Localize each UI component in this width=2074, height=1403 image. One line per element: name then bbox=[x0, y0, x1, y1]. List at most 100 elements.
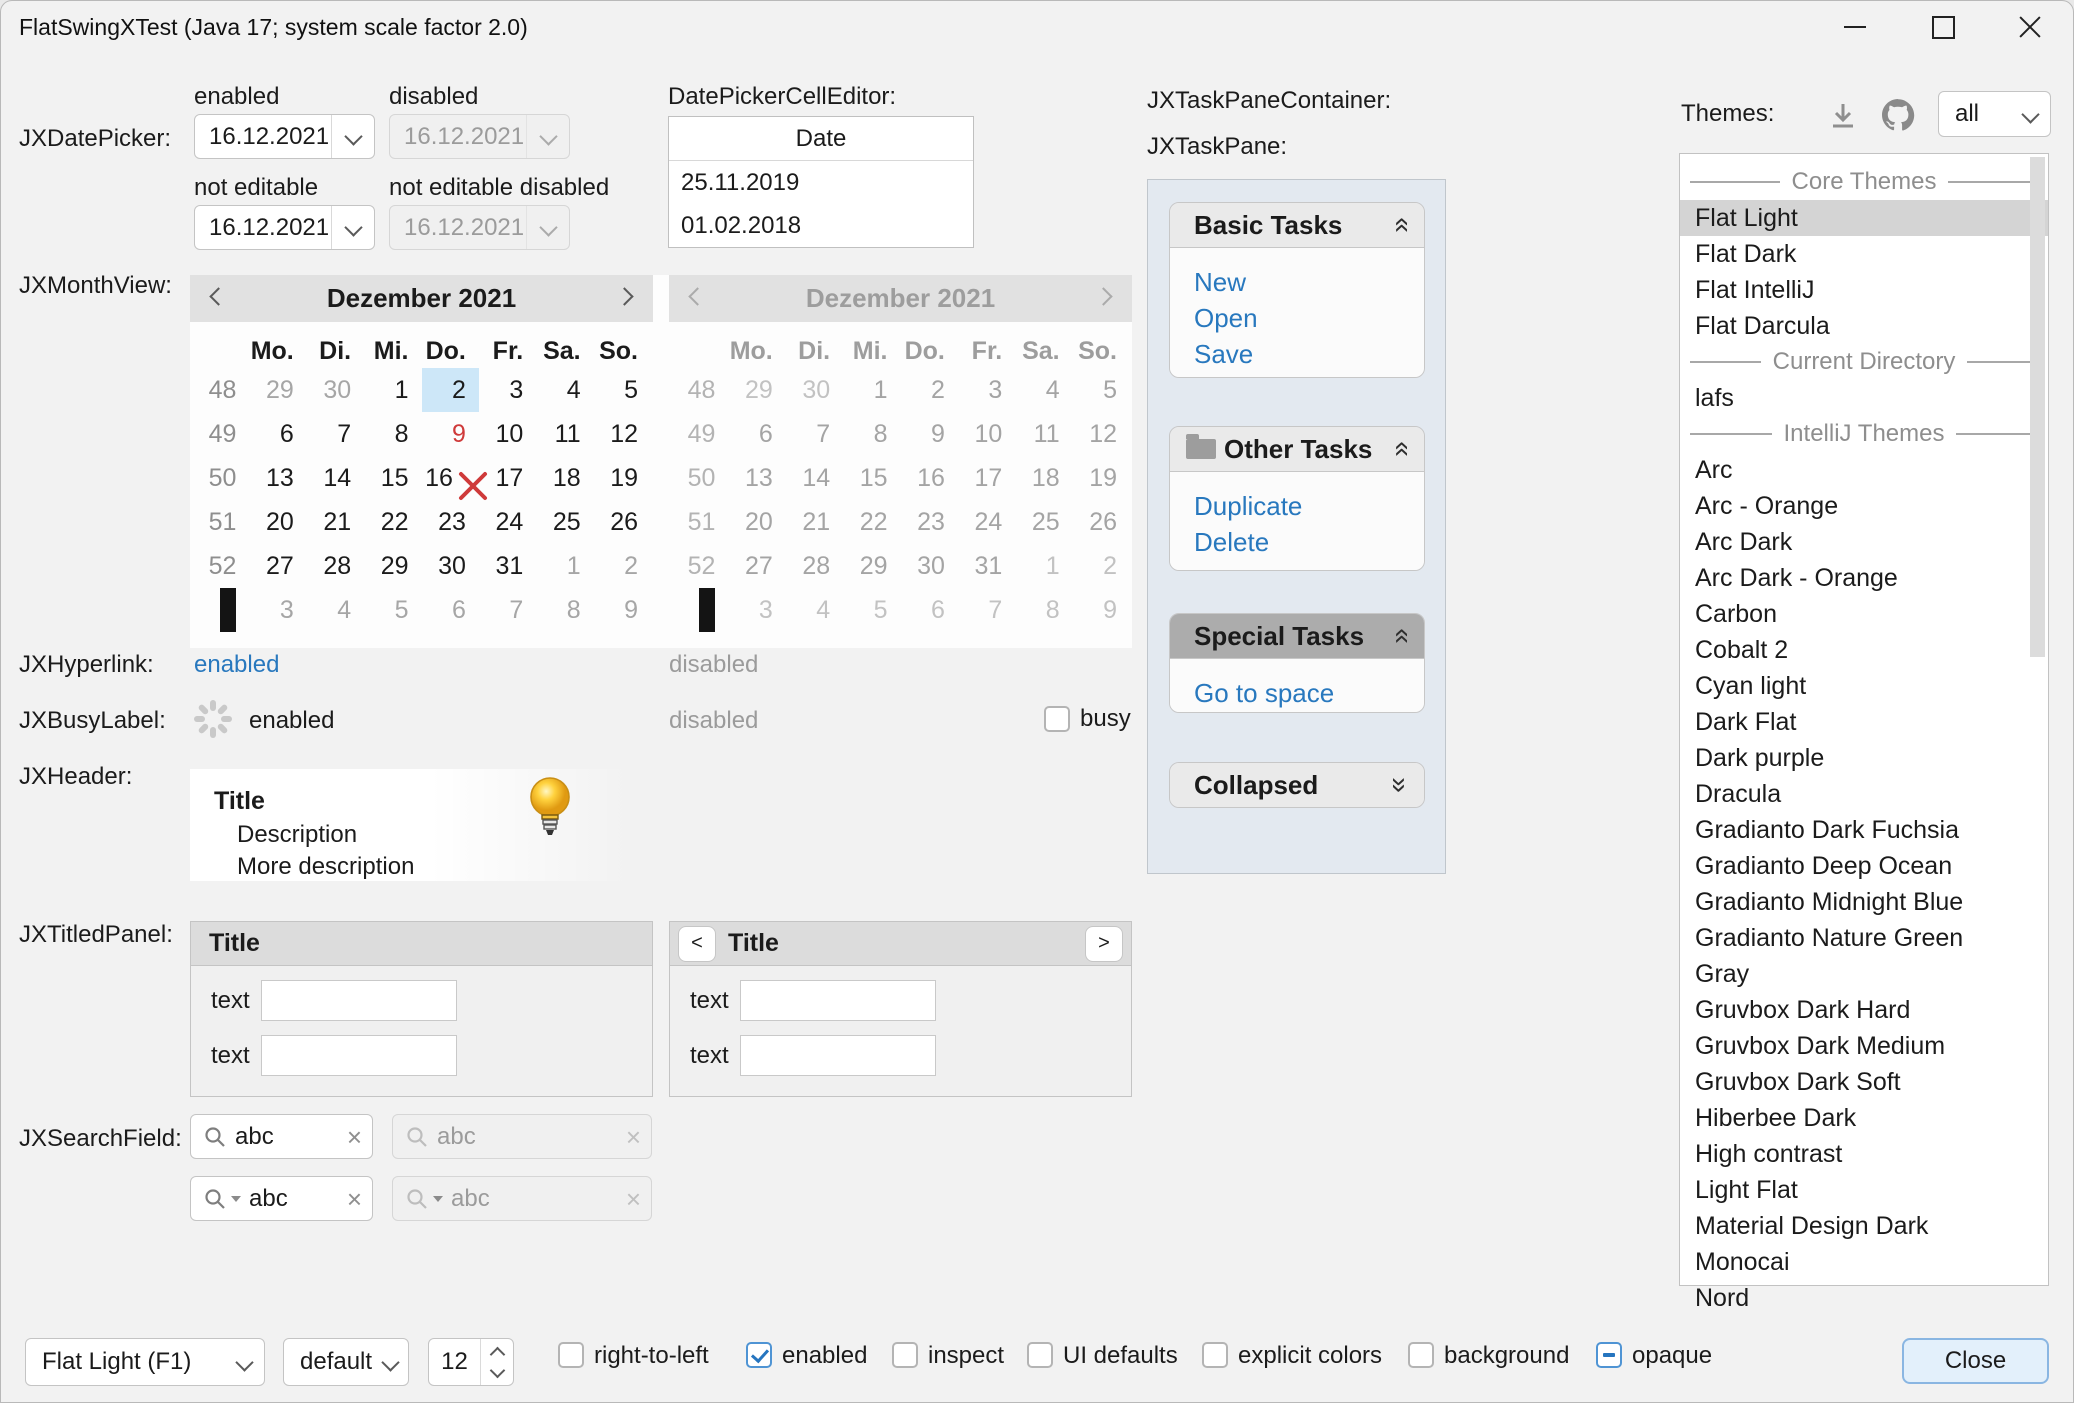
clear-search-icon[interactable]: × bbox=[347, 1186, 362, 1212]
theme-item[interactable]: Gruvbox Dark Soft bbox=[1680, 1064, 2048, 1100]
spinner-buttons[interactable] bbox=[480, 1339, 513, 1385]
theme-item[interactable]: Gray bbox=[1680, 956, 2048, 992]
day-cell[interactable]: 21 bbox=[307, 500, 364, 544]
search-icon[interactable] bbox=[405, 1187, 429, 1211]
task-link[interactable]: Save bbox=[1194, 336, 1424, 372]
checkbox-inspect[interactable] bbox=[892, 1342, 918, 1368]
day-cell[interactable]: 7 bbox=[479, 588, 536, 632]
text-input[interactable] bbox=[740, 1035, 936, 1076]
busy-checkbox[interactable] bbox=[1044, 706, 1070, 732]
theme-item[interactable]: High contrast bbox=[1680, 1136, 2048, 1172]
day-cell[interactable]: 16 bbox=[422, 456, 479, 500]
themes-list[interactable]: Core ThemesFlat LightFlat DarkFlat Intel… bbox=[1679, 153, 2049, 1286]
day-cell[interactable]: 2 bbox=[594, 544, 651, 588]
theme-item[interactable]: Gradianto Nature Green bbox=[1680, 920, 2048, 956]
day-cell[interactable]: 11 bbox=[536, 412, 593, 456]
clear-search-icon[interactable]: × bbox=[347, 1124, 362, 1150]
theme-item[interactable]: Dracula bbox=[1680, 776, 2048, 812]
taskpane-header[interactable]: Collapsed» bbox=[1170, 763, 1424, 807]
theme-filter-combobox[interactable]: all bbox=[1938, 91, 2051, 137]
theme-item[interactable]: Gradianto Deep Ocean bbox=[1680, 848, 2048, 884]
day-cell[interactable]: 5 bbox=[364, 588, 421, 632]
text-input[interactable] bbox=[740, 980, 936, 1021]
theme-item[interactable]: Material Design Dark bbox=[1680, 1208, 2048, 1244]
theme-item[interactable]: Gruvbox Dark Medium bbox=[1680, 1028, 2048, 1064]
task-link[interactable]: Go to space bbox=[1194, 675, 1424, 711]
day-cell[interactable]: 31 bbox=[479, 544, 536, 588]
taskpane-header[interactable]: Other Tasks» bbox=[1170, 427, 1424, 471]
theme-item[interactable]: Arc Dark bbox=[1680, 524, 2048, 560]
close-button[interactable]: Close bbox=[1902, 1338, 2049, 1384]
date-picker-dropdown-button[interactable] bbox=[331, 115, 374, 158]
checkbox-enabled[interactable] bbox=[746, 1342, 772, 1368]
checkbox-background[interactable] bbox=[1408, 1342, 1434, 1368]
day-cell[interactable]: 25 bbox=[536, 500, 593, 544]
day-cell[interactable]: 10 bbox=[479, 412, 536, 456]
checkbox-ui-defaults[interactable] bbox=[1027, 1342, 1053, 1368]
expand-icon[interactable]: » bbox=[1386, 777, 1414, 793]
theme-item[interactable]: Dark purple bbox=[1680, 740, 2048, 776]
day-cell[interactable]: 3 bbox=[249, 588, 306, 632]
font-size-spinner[interactable]: 12 bbox=[428, 1338, 514, 1386]
collapse-icon[interactable]: » bbox=[1386, 441, 1414, 457]
theme-item[interactable]: Flat Light bbox=[1680, 200, 2048, 236]
minimize-button[interactable] bbox=[1823, 1, 1887, 53]
day-cell[interactable]: 5 bbox=[594, 368, 651, 412]
maximize-button[interactable] bbox=[1911, 1, 1975, 53]
theme-item[interactable]: Light Flat bbox=[1680, 1172, 2048, 1208]
theme-item[interactable]: Cobalt 2 bbox=[1680, 632, 2048, 668]
date-picker-not-editable[interactable]: 16.12.2021 bbox=[194, 205, 375, 250]
theme-item[interactable]: lafs bbox=[1680, 380, 2048, 416]
day-cell[interactable]: 19 bbox=[594, 456, 651, 500]
day-cell[interactable]: 22 bbox=[364, 500, 421, 544]
day-cell[interactable]: 7 bbox=[307, 412, 364, 456]
day-cell[interactable]: 30 bbox=[422, 544, 479, 588]
search-field[interactable]: abc× bbox=[190, 1176, 373, 1221]
day-cell[interactable]: 6 bbox=[422, 588, 479, 632]
checkbox-explicit-colors[interactable] bbox=[1202, 1342, 1228, 1368]
download-icon[interactable] bbox=[1827, 100, 1859, 132]
day-cell[interactable]: 28 bbox=[307, 544, 364, 588]
checkbox-opaque[interactable] bbox=[1596, 1342, 1622, 1368]
taskpane-header[interactable]: Special Tasks» bbox=[1170, 614, 1424, 658]
search-field[interactable]: abc× bbox=[190, 1114, 373, 1159]
date-picker-value[interactable]: 16.12.2021 bbox=[195, 214, 331, 242]
theme-item[interactable]: Monocai bbox=[1680, 1244, 2048, 1280]
task-link[interactable]: Open bbox=[1194, 300, 1424, 336]
theme-item[interactable]: Carbon bbox=[1680, 596, 2048, 632]
theme-item[interactable]: Hiberbee Dark bbox=[1680, 1100, 2048, 1136]
month-prev-button[interactable] bbox=[208, 290, 225, 308]
panel-next-button[interactable]: > bbox=[1085, 926, 1123, 962]
day-cell[interactable]: 23 bbox=[422, 500, 479, 544]
day-cell[interactable]: 6 bbox=[249, 412, 306, 456]
text-input[interactable] bbox=[261, 980, 457, 1021]
search-icon[interactable] bbox=[203, 1187, 227, 1211]
date-table[interactable]: Date 25.11.2019 01.02.2018 bbox=[668, 116, 974, 248]
date-picker-value[interactable]: 16.12.2021 bbox=[195, 123, 331, 151]
theme-item[interactable]: Gradianto Midnight Blue bbox=[1680, 884, 2048, 920]
theme-item[interactable]: Gruvbox Dark Hard bbox=[1680, 992, 2048, 1028]
day-cell[interactable]: 17 bbox=[479, 456, 536, 500]
day-cell[interactable]: 3 bbox=[479, 368, 536, 412]
day-cell[interactable]: 29 bbox=[249, 368, 306, 412]
theme-item[interactable]: Nord bbox=[1680, 1280, 2048, 1316]
day-cell[interactable]: 12 bbox=[594, 412, 651, 456]
theme-item[interactable]: Arc bbox=[1680, 452, 2048, 488]
hyperlink-enabled[interactable]: enabled bbox=[194, 651, 279, 679]
day-cell[interactable]: 20 bbox=[249, 500, 306, 544]
theme-item[interactable]: Cyan light bbox=[1680, 668, 2048, 704]
table-row[interactable]: 01.02.2018 bbox=[669, 204, 973, 247]
task-link[interactable]: Delete bbox=[1194, 524, 1424, 560]
text-input[interactable] bbox=[261, 1035, 457, 1076]
collapse-icon[interactable]: » bbox=[1386, 217, 1414, 233]
day-cell[interactable]: 8 bbox=[536, 588, 593, 632]
day-cell[interactable]: 24 bbox=[479, 500, 536, 544]
checkbox-right-to-left[interactable] bbox=[558, 1342, 584, 1368]
day-cell[interactable]: 9 bbox=[594, 588, 651, 632]
table-row[interactable]: 25.11.2019 bbox=[669, 161, 973, 204]
theme-item[interactable]: Flat Dark bbox=[1680, 236, 2048, 272]
month-view-enabled[interactable]: Dezember 2021Mo.Di.Mi.Do.Fr.Sa.So.482930… bbox=[190, 275, 653, 648]
day-cell[interactable]: 30 bbox=[307, 368, 364, 412]
laf-combobox[interactable]: Flat Light (F1) bbox=[25, 1338, 265, 1386]
style-combobox[interactable]: default bbox=[283, 1338, 409, 1386]
